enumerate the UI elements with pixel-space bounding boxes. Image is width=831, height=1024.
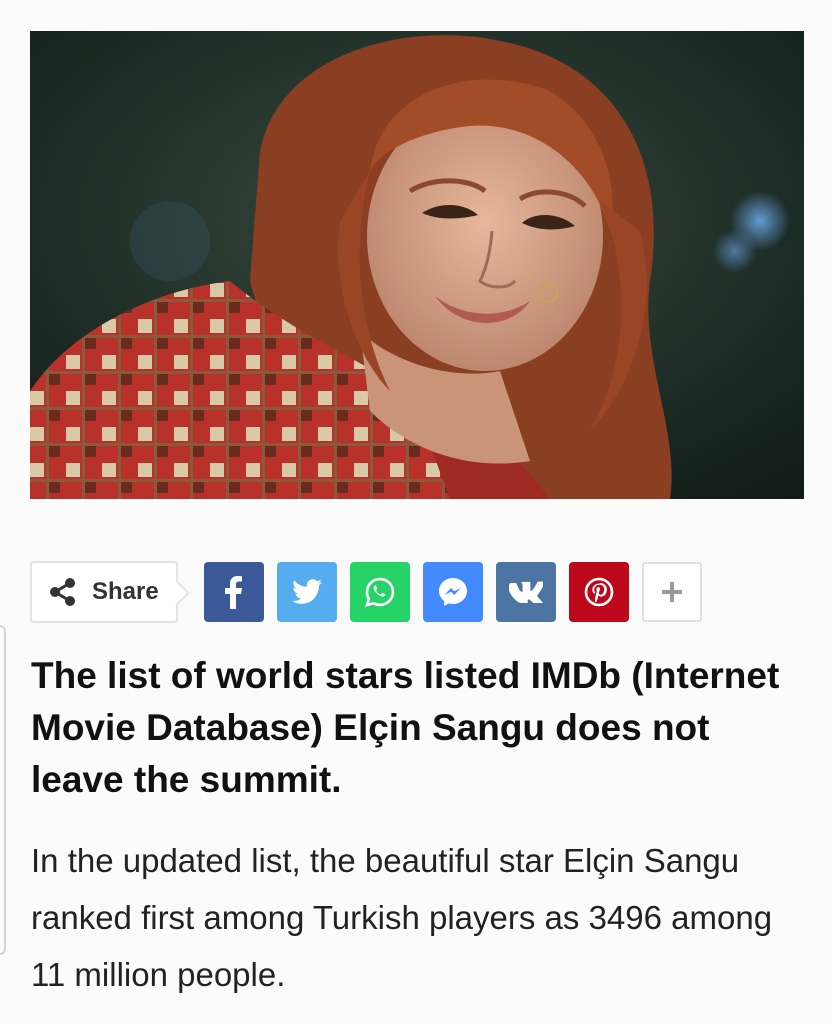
twitter-share-button[interactable]	[277, 562, 337, 622]
vk-share-button[interactable]	[496, 562, 556, 622]
share-icon	[48, 577, 78, 607]
whatsapp-share-button[interactable]	[350, 562, 410, 622]
share-button[interactable]: Share	[30, 561, 178, 623]
article-photo[interactable]	[30, 31, 804, 499]
article-headline: The list of world stars listed IMDb (Int…	[31, 655, 780, 800]
side-panel-edge	[0, 625, 6, 955]
more-share-button[interactable]	[642, 562, 702, 622]
share-label: Share	[92, 578, 159, 605]
plus-icon	[661, 581, 683, 603]
article-page: Share The list of world stars listed IMD…	[0, 0, 831, 1024]
pinterest-share-button[interactable]	[569, 562, 629, 622]
vk-icon	[509, 581, 543, 603]
share-bar: Share	[30, 561, 715, 623]
article-body: In the updated list, the beautiful star …	[31, 842, 773, 993]
facebook-icon	[219, 575, 249, 609]
pinterest-icon	[583, 576, 615, 608]
messenger-share-button[interactable]	[423, 562, 483, 622]
messenger-icon	[437, 576, 469, 608]
whatsapp-icon	[364, 576, 396, 608]
facebook-share-button[interactable]	[204, 562, 264, 622]
twitter-icon	[292, 579, 322, 605]
photo-illustration	[30, 31, 804, 499]
